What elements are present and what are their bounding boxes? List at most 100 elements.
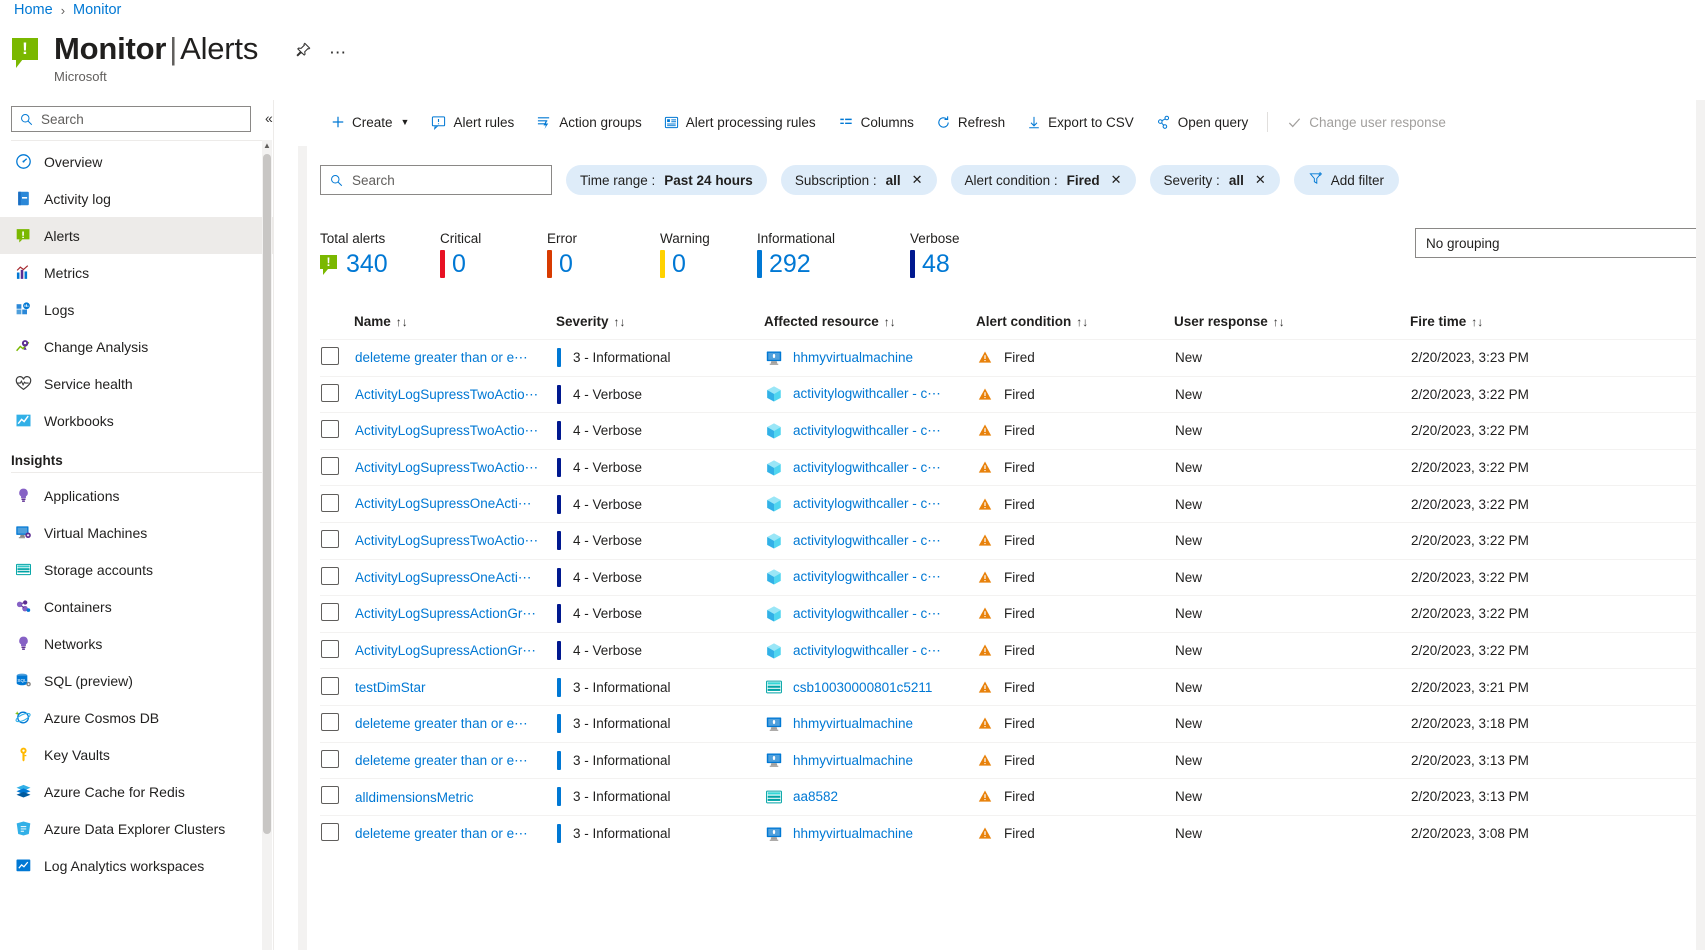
table-row[interactable]: deleteme greater than or e⋯3 - Informati… bbox=[320, 742, 1705, 779]
sidebar-item-overview[interactable]: Overview bbox=[0, 143, 273, 180]
alert-rules-button[interactable]: Alert rules bbox=[420, 106, 525, 138]
sort-icon[interactable]: ↑↓ bbox=[1076, 315, 1088, 329]
content-left-scrollbar[interactable] bbox=[298, 146, 307, 950]
sidebar-item-alerts[interactable]: Alerts bbox=[0, 217, 273, 254]
column-header-alert-condition[interactable]: Alert condition↑↓ bbox=[976, 314, 1174, 340]
alert-name-link[interactable]: testDimStar bbox=[355, 680, 426, 695]
counter-total-alerts[interactable]: Total alerts !340 bbox=[320, 231, 440, 278]
alert-name-link[interactable]: ActivityLogSupressOneActi⋯ bbox=[355, 570, 531, 586]
sidebar-item-virtual-machines[interactable]: Virtual Machines bbox=[0, 514, 273, 551]
table-row[interactable]: ActivityLogSupressActionGr⋯4 - Verboseac… bbox=[320, 632, 1705, 669]
alerts-search[interactable] bbox=[320, 165, 552, 195]
row-checkbox[interactable] bbox=[321, 823, 339, 841]
counter-error[interactable]: Error 0 bbox=[547, 231, 660, 278]
counter-critical[interactable]: Critical 0 bbox=[440, 231, 547, 278]
sort-icon[interactable]: ↑↓ bbox=[1471, 315, 1483, 329]
row-checkbox[interactable] bbox=[321, 347, 339, 365]
export-csv-button[interactable]: Export to CSV bbox=[1016, 106, 1145, 138]
table-row[interactable]: testDimStar3 - Informationalcsb100300008… bbox=[320, 669, 1705, 706]
sidebar-item-workbooks[interactable]: Workbooks bbox=[0, 402, 273, 439]
table-row[interactable]: ActivityLogSupressTwoActio⋯4 - Verboseac… bbox=[320, 449, 1705, 486]
table-row[interactable]: ActivityLogSupressOneActi⋯4 - Verboseact… bbox=[320, 559, 1705, 596]
sidebar-item-key-vaults[interactable]: Key Vaults bbox=[0, 736, 273, 773]
resource-link[interactable]: csb10030000801c5211 bbox=[793, 680, 932, 695]
row-checkbox[interactable] bbox=[321, 786, 339, 804]
alert-name-link[interactable]: ActivityLogSupressActionGr⋯ bbox=[355, 606, 536, 622]
columns-button[interactable]: Columns bbox=[827, 106, 925, 138]
table-row[interactable]: deleteme greater than or e⋯3 - Informati… bbox=[320, 815, 1705, 852]
alert-name-link[interactable]: ActivityLogSupressTwoActio⋯ bbox=[355, 460, 538, 476]
sort-icon[interactable]: ↑↓ bbox=[614, 315, 626, 329]
column-header-fire-time[interactable]: Fire time↑↓ bbox=[1410, 314, 1705, 340]
resource-link[interactable]: activitylogwithcaller - c⋯ bbox=[793, 606, 941, 622]
grouping-select[interactable]: No grouping bbox=[1415, 228, 1705, 258]
sidebar-item-service-health[interactable]: Service health bbox=[0, 365, 273, 402]
sidebar-item-azure-data-explorer-clusters[interactable]: Azure Data Explorer Clusters bbox=[0, 810, 273, 847]
filter-chip-severity[interactable]: Severity :all✕ bbox=[1150, 165, 1280, 195]
alert-name-link[interactable]: deleteme greater than or e⋯ bbox=[355, 826, 528, 842]
resource-link[interactable]: aa8582 bbox=[793, 789, 838, 804]
table-row[interactable]: ActivityLogSupressTwoActio⋯4 - Verboseac… bbox=[320, 376, 1705, 413]
resource-link[interactable]: activitylogwithcaller - c⋯ bbox=[793, 496, 941, 512]
table-row[interactable]: deleteme greater than or e⋯3 - Informati… bbox=[320, 340, 1705, 377]
sort-icon[interactable]: ↑↓ bbox=[884, 315, 896, 329]
sort-icon[interactable]: ↑↓ bbox=[1273, 315, 1285, 329]
close-icon[interactable]: ✕ bbox=[1111, 172, 1122, 188]
sidebar-item-azure-cosmos-db[interactable]: Azure Cosmos DB bbox=[0, 699, 273, 736]
refresh-button[interactable]: Refresh bbox=[925, 106, 1016, 138]
column-header-name[interactable]: Name↑↓ bbox=[354, 314, 556, 340]
sidebar-item-log-analytics-workspaces[interactable]: Log Analytics workspaces bbox=[0, 847, 273, 884]
breadcrumb-home[interactable]: Home bbox=[14, 2, 53, 18]
row-checkbox[interactable] bbox=[321, 494, 339, 512]
add-filter-button[interactable]: Add filter bbox=[1294, 165, 1399, 195]
resource-link[interactable]: activitylogwithcaller - c⋯ bbox=[793, 643, 941, 659]
open-query-button[interactable]: Open query bbox=[1145, 106, 1260, 138]
column-header-user-response[interactable]: User response↑↓ bbox=[1174, 314, 1410, 340]
row-checkbox[interactable] bbox=[321, 567, 339, 585]
alert-name-link[interactable]: ActivityLogSupressTwoActio⋯ bbox=[355, 387, 538, 403]
counter-warning[interactable]: Warning 0 bbox=[660, 231, 757, 278]
sidebar-scrollbar[interactable]: ▲ bbox=[262, 140, 272, 950]
filter-chip-alert-condition[interactable]: Alert condition :Fired✕ bbox=[951, 165, 1136, 195]
table-row[interactable]: ActivityLogSupressTwoActio⋯4 - Verboseac… bbox=[320, 522, 1705, 559]
resource-link[interactable]: hhmyvirtualmachine bbox=[793, 753, 913, 768]
row-checkbox[interactable] bbox=[321, 713, 339, 731]
alert-name-link[interactable]: deleteme greater than or e⋯ bbox=[355, 753, 528, 769]
alert-name-link[interactable]: alldimensionsMetric bbox=[355, 790, 474, 805]
close-icon[interactable]: ✕ bbox=[912, 172, 923, 188]
column-header-affected-resource[interactable]: Affected resource↑↓ bbox=[764, 314, 976, 340]
row-checkbox[interactable] bbox=[321, 640, 339, 658]
alert-name-link[interactable]: ActivityLogSupressTwoActio⋯ bbox=[355, 423, 538, 439]
row-checkbox[interactable] bbox=[321, 420, 339, 438]
sort-icon[interactable]: ↑↓ bbox=[396, 315, 408, 329]
sidebar-item-activity-log[interactable]: Activity log bbox=[0, 180, 273, 217]
alert-processing-rules-button[interactable]: Alert processing rules bbox=[653, 106, 827, 138]
resource-link[interactable]: activitylogwithcaller - c⋯ bbox=[793, 386, 941, 402]
sidebar-item-azure-cache-for-redis[interactable]: Azure Cache for Redis bbox=[0, 773, 273, 810]
sidebar-scroll-thumb[interactable] bbox=[263, 154, 271, 834]
alert-name-link[interactable]: deleteme greater than or e⋯ bbox=[355, 350, 528, 366]
scroll-up-arrow[interactable]: ▲ bbox=[262, 140, 272, 152]
alert-name-link[interactable]: ActivityLogSupressOneActi⋯ bbox=[355, 496, 531, 512]
breadcrumb-monitor[interactable]: Monitor bbox=[73, 2, 121, 18]
row-checkbox[interactable] bbox=[321, 384, 339, 402]
table-row[interactable]: alldimensionsMetric3 - Informationalaa85… bbox=[320, 779, 1705, 816]
ellipsis-icon[interactable]: ⋯ bbox=[329, 44, 346, 61]
sidebar-item-logs[interactable]: Logs bbox=[0, 291, 273, 328]
alert-name-link[interactable]: ActivityLogSupressTwoActio⋯ bbox=[355, 533, 538, 549]
table-row[interactable]: ActivityLogSupressOneActi⋯4 - Verboseact… bbox=[320, 486, 1705, 523]
sidebar-item-sql-preview-[interactable]: SQL SQL (preview) bbox=[0, 662, 273, 699]
sidebar-item-networks[interactable]: Networks bbox=[0, 625, 273, 662]
chevron-double-left-icon[interactable]: « bbox=[265, 110, 273, 126]
action-groups-button[interactable]: Action groups bbox=[525, 106, 653, 138]
sidebar-item-applications[interactable]: Applications bbox=[0, 477, 273, 514]
create-button[interactable]: Create ▼ bbox=[320, 106, 420, 138]
resource-link[interactable]: hhmyvirtualmachine bbox=[793, 716, 913, 731]
alert-name-link[interactable]: deleteme greater than or e⋯ bbox=[355, 716, 528, 732]
row-checkbox[interactable] bbox=[321, 677, 339, 695]
resource-link[interactable]: activitylogwithcaller - c⋯ bbox=[793, 533, 941, 549]
sidebar-item-containers[interactable]: Containers bbox=[0, 588, 273, 625]
resource-link[interactable]: activitylogwithcaller - c⋯ bbox=[793, 569, 941, 585]
resource-link[interactable]: activitylogwithcaller - c⋯ bbox=[793, 460, 941, 476]
resource-link[interactable]: hhmyvirtualmachine bbox=[793, 350, 913, 365]
